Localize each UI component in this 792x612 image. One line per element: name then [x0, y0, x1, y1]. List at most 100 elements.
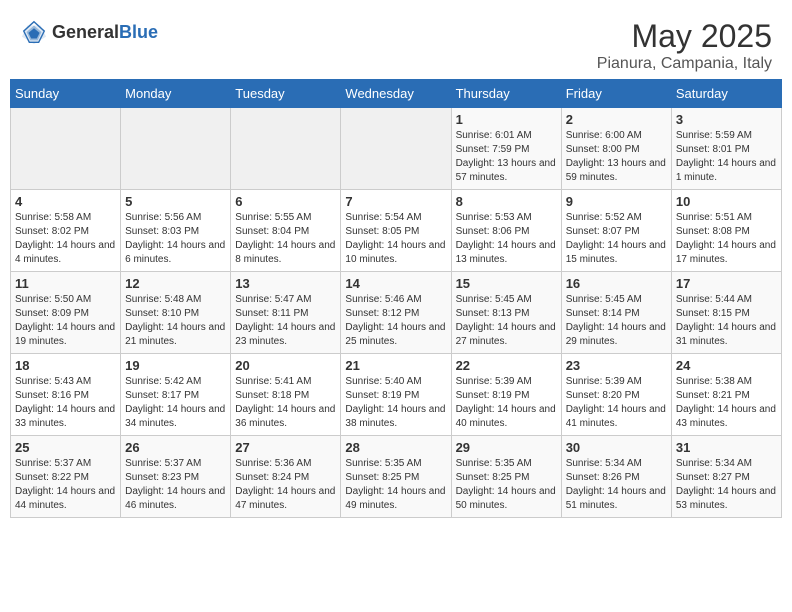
day-info: Sunrise: 5:47 AM Sunset: 8:11 PM Dayligh…	[235, 293, 336, 349]
day-info: Sunrise: 5:40 AM Sunset: 8:19 PM Dayligh…	[345, 375, 446, 431]
day-number: 11	[15, 276, 116, 291]
day-number: 2	[566, 112, 667, 127]
calendar-subtitle: Pianura, Campania, Italy	[597, 55, 772, 73]
day-info: Sunrise: 6:01 AM Sunset: 7:59 PM Dayligh…	[456, 129, 557, 185]
logo: GeneralBlue	[20, 18, 158, 46]
day-number: 20	[235, 358, 336, 373]
day-number: 5	[125, 194, 226, 209]
day-number: 23	[566, 358, 667, 373]
calendar-cell: 16 Sunrise: 5:45 AM Sunset: 8:14 PM Dayli…	[561, 272, 671, 354]
calendar-cell: 31 Sunrise: 5:34 AM Sunset: 8:27 PM Dayli…	[671, 436, 781, 518]
calendar-cell: 4 Sunrise: 5:58 AM Sunset: 8:02 PM Daylig…	[11, 190, 121, 272]
calendar-cell: 23 Sunrise: 5:39 AM Sunset: 8:20 PM Dayli…	[561, 354, 671, 436]
logo-blue: Blue	[119, 22, 158, 42]
day-number: 14	[345, 276, 446, 291]
header-tuesday: Tuesday	[231, 80, 341, 108]
calendar-cell: 26 Sunrise: 5:37 AM Sunset: 8:23 PM Dayli…	[121, 436, 231, 518]
calendar-cell: 29 Sunrise: 5:35 AM Sunset: 8:25 PM Dayli…	[451, 436, 561, 518]
day-info: Sunrise: 5:56 AM Sunset: 8:03 PM Dayligh…	[125, 211, 226, 267]
day-info: Sunrise: 5:34 AM Sunset: 8:27 PM Dayligh…	[676, 457, 777, 513]
day-number: 30	[566, 440, 667, 455]
calendar-cell	[11, 108, 121, 190]
calendar-cell: 11 Sunrise: 5:50 AM Sunset: 8:09 PM Dayli…	[11, 272, 121, 354]
day-info: Sunrise: 5:34 AM Sunset: 8:26 PM Dayligh…	[566, 457, 667, 513]
header-sunday: Sunday	[11, 80, 121, 108]
day-info: Sunrise: 5:37 AM Sunset: 8:22 PM Dayligh…	[15, 457, 116, 513]
week-row-4: 18 Sunrise: 5:43 AM Sunset: 8:16 PM Dayli…	[11, 354, 782, 436]
calendar-cell: 1 Sunrise: 6:01 AM Sunset: 7:59 PM Daylig…	[451, 108, 561, 190]
day-number: 17	[676, 276, 777, 291]
calendar-cell: 19Sunrise: 5:42 AM Sunset: 8:17 PM Dayli…	[121, 354, 231, 436]
day-info: Sunrise: 5:58 AM Sunset: 8:02 PM Dayligh…	[15, 211, 116, 267]
header-row: SundayMondayTuesdayWednesdayThursdayFrid…	[11, 80, 782, 108]
calendar-table: SundayMondayTuesdayWednesdayThursdayFrid…	[10, 79, 782, 518]
day-number: 4	[15, 194, 116, 209]
day-number: 31	[676, 440, 777, 455]
day-number: 7	[345, 194, 446, 209]
week-row-5: 25 Sunrise: 5:37 AM Sunset: 8:22 PM Dayli…	[11, 436, 782, 518]
day-info: Sunrise: 5:48 AM Sunset: 8:10 PM Dayligh…	[125, 293, 226, 349]
day-number: 25	[15, 440, 116, 455]
calendar-cell: 5 Sunrise: 5:56 AM Sunset: 8:03 PM Daylig…	[121, 190, 231, 272]
header-wednesday: Wednesday	[341, 80, 451, 108]
calendar-cell: 8 Sunrise: 5:53 AM Sunset: 8:06 PM Daylig…	[451, 190, 561, 272]
logo-general: General	[52, 22, 119, 42]
day-info: Sunrise: 5:55 AM Sunset: 8:04 PM Dayligh…	[235, 211, 336, 267]
week-row-2: 4 Sunrise: 5:58 AM Sunset: 8:02 PM Daylig…	[11, 190, 782, 272]
day-number: 8	[456, 194, 557, 209]
calendar-cell: 22 Sunrise: 5:39 AM Sunset: 8:19 PM Dayli…	[451, 354, 561, 436]
week-row-1: 1 Sunrise: 6:01 AM Sunset: 7:59 PM Daylig…	[11, 108, 782, 190]
calendar-cell: 6 Sunrise: 5:55 AM Sunset: 8:04 PM Daylig…	[231, 190, 341, 272]
day-info: Sunrise: 5:37 AM Sunset: 8:23 PM Dayligh…	[125, 457, 226, 513]
day-info: Sunrise: 5:39 AM Sunset: 8:20 PM Dayligh…	[566, 375, 667, 431]
calendar-cell: 28Sunrise: 5:35 AM Sunset: 8:25 PM Dayli…	[341, 436, 451, 518]
title-section: May 2025 Pianura, Campania, Italy	[597, 18, 772, 73]
day-info: Sunrise: 5:46 AM Sunset: 8:12 PM Dayligh…	[345, 293, 446, 349]
calendar-cell: 18 Sunrise: 5:43 AM Sunset: 8:16 PM Dayli…	[11, 354, 121, 436]
day-number: 18	[15, 358, 116, 373]
calendar-cell: 21Sunrise: 5:40 AM Sunset: 8:19 PM Dayli…	[341, 354, 451, 436]
day-info: Sunrise: 5:41 AM Sunset: 8:18 PM Dayligh…	[235, 375, 336, 431]
day-info: Sunrise: 5:53 AM Sunset: 8:06 PM Dayligh…	[456, 211, 557, 267]
day-info: Sunrise: 5:43 AM Sunset: 8:16 PM Dayligh…	[15, 375, 116, 431]
day-info: Sunrise: 5:35 AM Sunset: 8:25 PM Dayligh…	[456, 457, 557, 513]
day-info: Sunrise: 5:38 AM Sunset: 8:21 PM Dayligh…	[676, 375, 777, 431]
day-number: 13	[235, 276, 336, 291]
calendar-cell: 14 Sunrise: 5:46 AM Sunset: 8:12 PM Dayli…	[341, 272, 451, 354]
day-info: Sunrise: 6:00 AM Sunset: 8:00 PM Dayligh…	[566, 129, 667, 185]
day-number: 15	[456, 276, 557, 291]
day-number: 29	[456, 440, 557, 455]
page-header: GeneralBlue May 2025 Pianura, Campania, …	[10, 10, 782, 79]
calendar-cell: 13 Sunrise: 5:47 AM Sunset: 8:11 PM Dayli…	[231, 272, 341, 354]
day-info: Sunrise: 5:51 AM Sunset: 8:08 PM Dayligh…	[676, 211, 777, 267]
day-info: Sunrise: 5:35 AM Sunset: 8:25 PM Dayligh…	[345, 457, 446, 513]
day-number: 16	[566, 276, 667, 291]
calendar-cell: 30 Sunrise: 5:34 AM Sunset: 8:26 PM Dayli…	[561, 436, 671, 518]
calendar-cell: 3Sunrise: 5:59 AM Sunset: 8:01 PM Daylig…	[671, 108, 781, 190]
calendar-cell	[231, 108, 341, 190]
calendar-cell: 24Sunrise: 5:38 AM Sunset: 8:21 PM Dayli…	[671, 354, 781, 436]
day-number: 1	[456, 112, 557, 127]
day-info: Sunrise: 5:59 AM Sunset: 8:01 PM Dayligh…	[676, 129, 777, 185]
day-info: Sunrise: 5:50 AM Sunset: 8:09 PM Dayligh…	[15, 293, 116, 349]
day-info: Sunrise: 5:54 AM Sunset: 8:05 PM Dayligh…	[345, 211, 446, 267]
calendar-cell: 20 Sunrise: 5:41 AM Sunset: 8:18 PM Dayli…	[231, 354, 341, 436]
logo-icon	[20, 18, 48, 46]
day-number: 27	[235, 440, 336, 455]
day-info: Sunrise: 5:39 AM Sunset: 8:19 PM Dayligh…	[456, 375, 557, 431]
day-number: 10	[676, 194, 777, 209]
day-number: 22	[456, 358, 557, 373]
calendar-cell: 15 Sunrise: 5:45 AM Sunset: 8:13 PM Dayli…	[451, 272, 561, 354]
day-info: Sunrise: 5:45 AM Sunset: 8:13 PM Dayligh…	[456, 293, 557, 349]
header-friday: Friday	[561, 80, 671, 108]
calendar-cell: 7 Sunrise: 5:54 AM Sunset: 8:05 PM Daylig…	[341, 190, 451, 272]
day-number: 26	[125, 440, 226, 455]
header-monday: Monday	[121, 80, 231, 108]
logo-text: GeneralBlue	[52, 22, 158, 43]
day-info: Sunrise: 5:52 AM Sunset: 8:07 PM Dayligh…	[566, 211, 667, 267]
day-number: 6	[235, 194, 336, 209]
day-info: Sunrise: 5:44 AM Sunset: 8:15 PM Dayligh…	[676, 293, 777, 349]
week-row-3: 11 Sunrise: 5:50 AM Sunset: 8:09 PM Dayli…	[11, 272, 782, 354]
day-info: Sunrise: 5:45 AM Sunset: 8:14 PM Dayligh…	[566, 293, 667, 349]
calendar-cell: 27Sunrise: 5:36 AM Sunset: 8:24 PM Dayli…	[231, 436, 341, 518]
